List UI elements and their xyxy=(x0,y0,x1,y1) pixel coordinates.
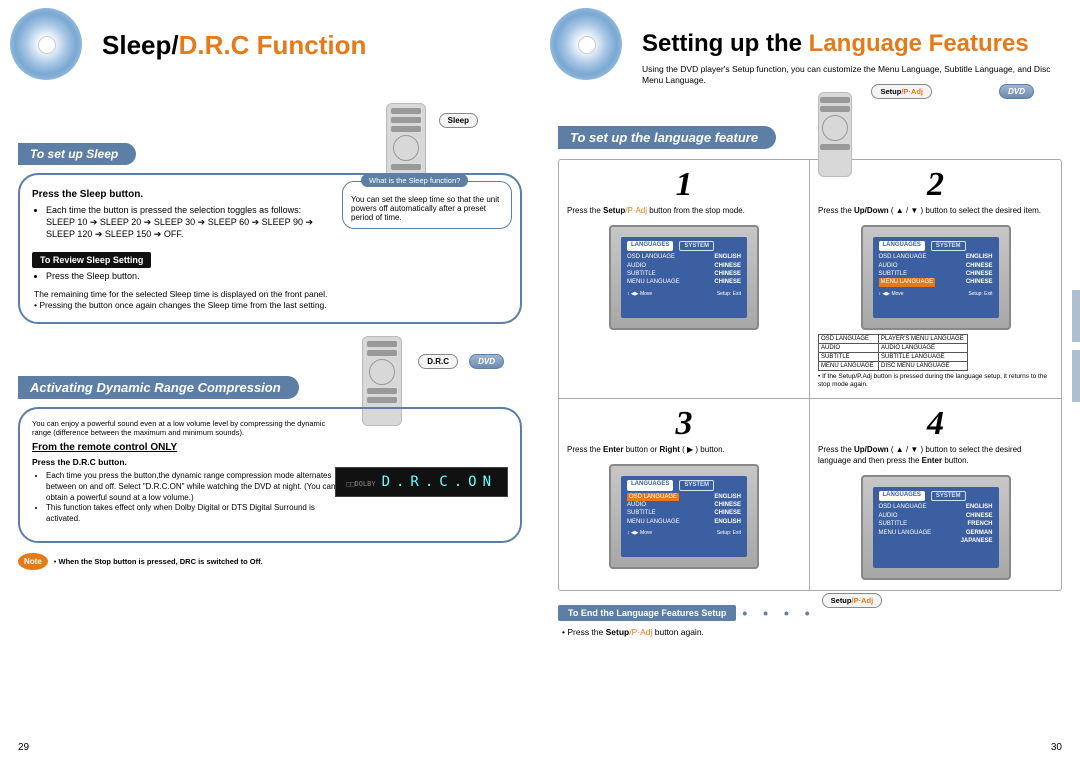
step-4: 4 Press the Up/Down ( ▲ / ▼ ) button to … xyxy=(810,399,1061,590)
drc-2: This function takes effect only when Dol… xyxy=(46,503,340,525)
note-badge: Note xyxy=(18,553,48,570)
legend-table: OSD LANGUAGEPLAYER'S MENU LANGUAGEAUDIOA… xyxy=(818,334,968,371)
edge-tab-2 xyxy=(1072,350,1080,402)
title-plain-r: Setting up the xyxy=(642,30,809,57)
remote-icon-r xyxy=(818,92,852,177)
step-4-num: 4 xyxy=(818,405,1053,443)
note-body: When the Stop button is pressed, DRC is … xyxy=(59,557,263,566)
sleep-callout: What is the Sleep function? You can set … xyxy=(342,181,512,229)
tv-4: LANGUAGESSYSTEM OSD LANGUAGEENGLISHAUDIO… xyxy=(861,475,1011,580)
band-drc: Activating Dynamic Range Compression xyxy=(18,376,299,399)
page-30: Setting up the Language Features Using t… xyxy=(540,0,1080,763)
step-4-text: Press the Up/Down ( ▲ / ▼ ) button to se… xyxy=(818,445,1053,467)
lang-header-row: To set up the language feature Setup/P·A… xyxy=(558,114,1062,149)
end-setup-pill: Setup/P·Adj xyxy=(822,593,883,608)
step-3: 3 Press the Enter button or Right ( ▶ ) … xyxy=(559,399,810,590)
title-highlight-r: Language Features xyxy=(809,30,1029,57)
drc-list: Each time you press the button,the dynam… xyxy=(32,471,340,525)
end-text: • Press the Setup/P·Adj button again. xyxy=(562,627,1062,637)
step-2: 2 Press the Up/Down ( ▲ / ▼ ) button to … xyxy=(810,160,1061,399)
sleep-toggles: Each time the button is pressed the sele… xyxy=(46,204,330,240)
press-drc: Press the D.R.C button. xyxy=(32,457,340,467)
dolby-icon: □□DOLBY xyxy=(346,480,376,488)
review-bar: To Review Sleep Setting xyxy=(32,252,151,268)
drc-remote-only: From the remote control ONLY xyxy=(32,442,340,453)
disc-graphic xyxy=(10,8,82,80)
page-title-left: Sleep/D.R.C Function xyxy=(102,30,522,61)
sleep-section-wrap: To set up Sleep Sleep Press the Sleep bu… xyxy=(18,131,522,324)
sleep-list: Each time the button is pressed the sele… xyxy=(32,204,330,240)
press-sleep-head: Press the Sleep button. xyxy=(32,189,330,200)
step-2-num: 2 xyxy=(818,166,1053,204)
edge-tab-1 xyxy=(1072,290,1080,342)
tv-1: LANGUAGESSYSTEM OSD LANGUAGEENGLISHAUDIO… xyxy=(609,225,759,330)
drc-intro: You can enjoy a powerful sound even at a… xyxy=(32,419,340,439)
lcd-display: □□DOLBY D.R.C.ON xyxy=(335,467,508,497)
band-sleep: To set up Sleep xyxy=(18,143,136,165)
step-3-text: Press the Enter button or Right ( ▶ ) bu… xyxy=(567,445,801,456)
sleep-button-pill: Sleep xyxy=(439,113,478,128)
tv-3: LANGUAGESSYSTEM OSD LANGUAGEENGLISHAUDIO… xyxy=(609,464,759,569)
disc-graphic-r xyxy=(550,8,622,80)
step-1: 1 Press the Setup/P·Adj button from the … xyxy=(559,160,810,399)
drc-section-wrap: Activating Dynamic Range Compression D.R… xyxy=(18,364,522,570)
end-row: To End the Language Features Setup • • •… xyxy=(558,605,1062,621)
review-extra: The remaining time for the selected Slee… xyxy=(32,289,510,312)
step-2-footnote: • If the Setup/P.Adj button is pressed d… xyxy=(818,373,1053,389)
page-title-right: Setting up the Language Features xyxy=(642,30,1062,58)
title-highlight: D.R.C Function xyxy=(179,30,367,60)
title-plain: Sleep/ xyxy=(102,30,179,60)
note-text: • When the Stop button is pressed, DRC i… xyxy=(54,557,263,566)
page-number-right: 30 xyxy=(1051,742,1062,753)
page-number-left: 29 xyxy=(18,742,29,753)
step-1-num: 1 xyxy=(567,166,801,204)
end-bar: To End the Language Features Setup xyxy=(558,605,736,621)
sleep-box: Press the Sleep button. Each time the bu… xyxy=(18,173,522,324)
drc-button-pill: D.R.C xyxy=(418,354,458,369)
drc-box: You can enjoy a powerful sound even at a… xyxy=(18,407,522,543)
review-1: Press the Sleep button. xyxy=(46,270,330,282)
dvd-pill: DVD xyxy=(469,354,504,369)
callout-tab: What is the Sleep function? xyxy=(361,174,468,187)
dots: • • • • xyxy=(742,605,815,621)
dvd-pill-r: DVD xyxy=(999,84,1034,99)
tv-2: LANGUAGESSYSTEM OSD LANGUAGEENGLISHAUDIO… xyxy=(861,225,1011,330)
lcd-text: D.R.C.ON xyxy=(382,474,497,490)
step-2-text: Press the Up/Down ( ▲ / ▼ ) button to se… xyxy=(818,206,1053,217)
setup-button-pill: Setup/P·Adj xyxy=(871,84,932,99)
page-29: Sleep/D.R.C Function To set up Sleep Sle… xyxy=(0,0,540,763)
callout-body: You can set the sleep time so that the u… xyxy=(351,195,503,222)
step-3-num: 3 xyxy=(567,405,801,443)
note-row: Note • When the Stop button is pressed, … xyxy=(18,553,522,570)
review-list: Press the Sleep button. xyxy=(32,270,330,282)
step-grid: 1 Press the Setup/P·Adj button from the … xyxy=(558,159,1062,591)
step-1-text: Press the Setup/P·Adj button from the st… xyxy=(567,206,801,217)
band-lang: To set up the language feature xyxy=(558,126,776,149)
drc-1: Each time you press the button,the dynam… xyxy=(46,471,340,503)
page-subtext: Using the DVD player's Setup function, y… xyxy=(642,64,1062,86)
